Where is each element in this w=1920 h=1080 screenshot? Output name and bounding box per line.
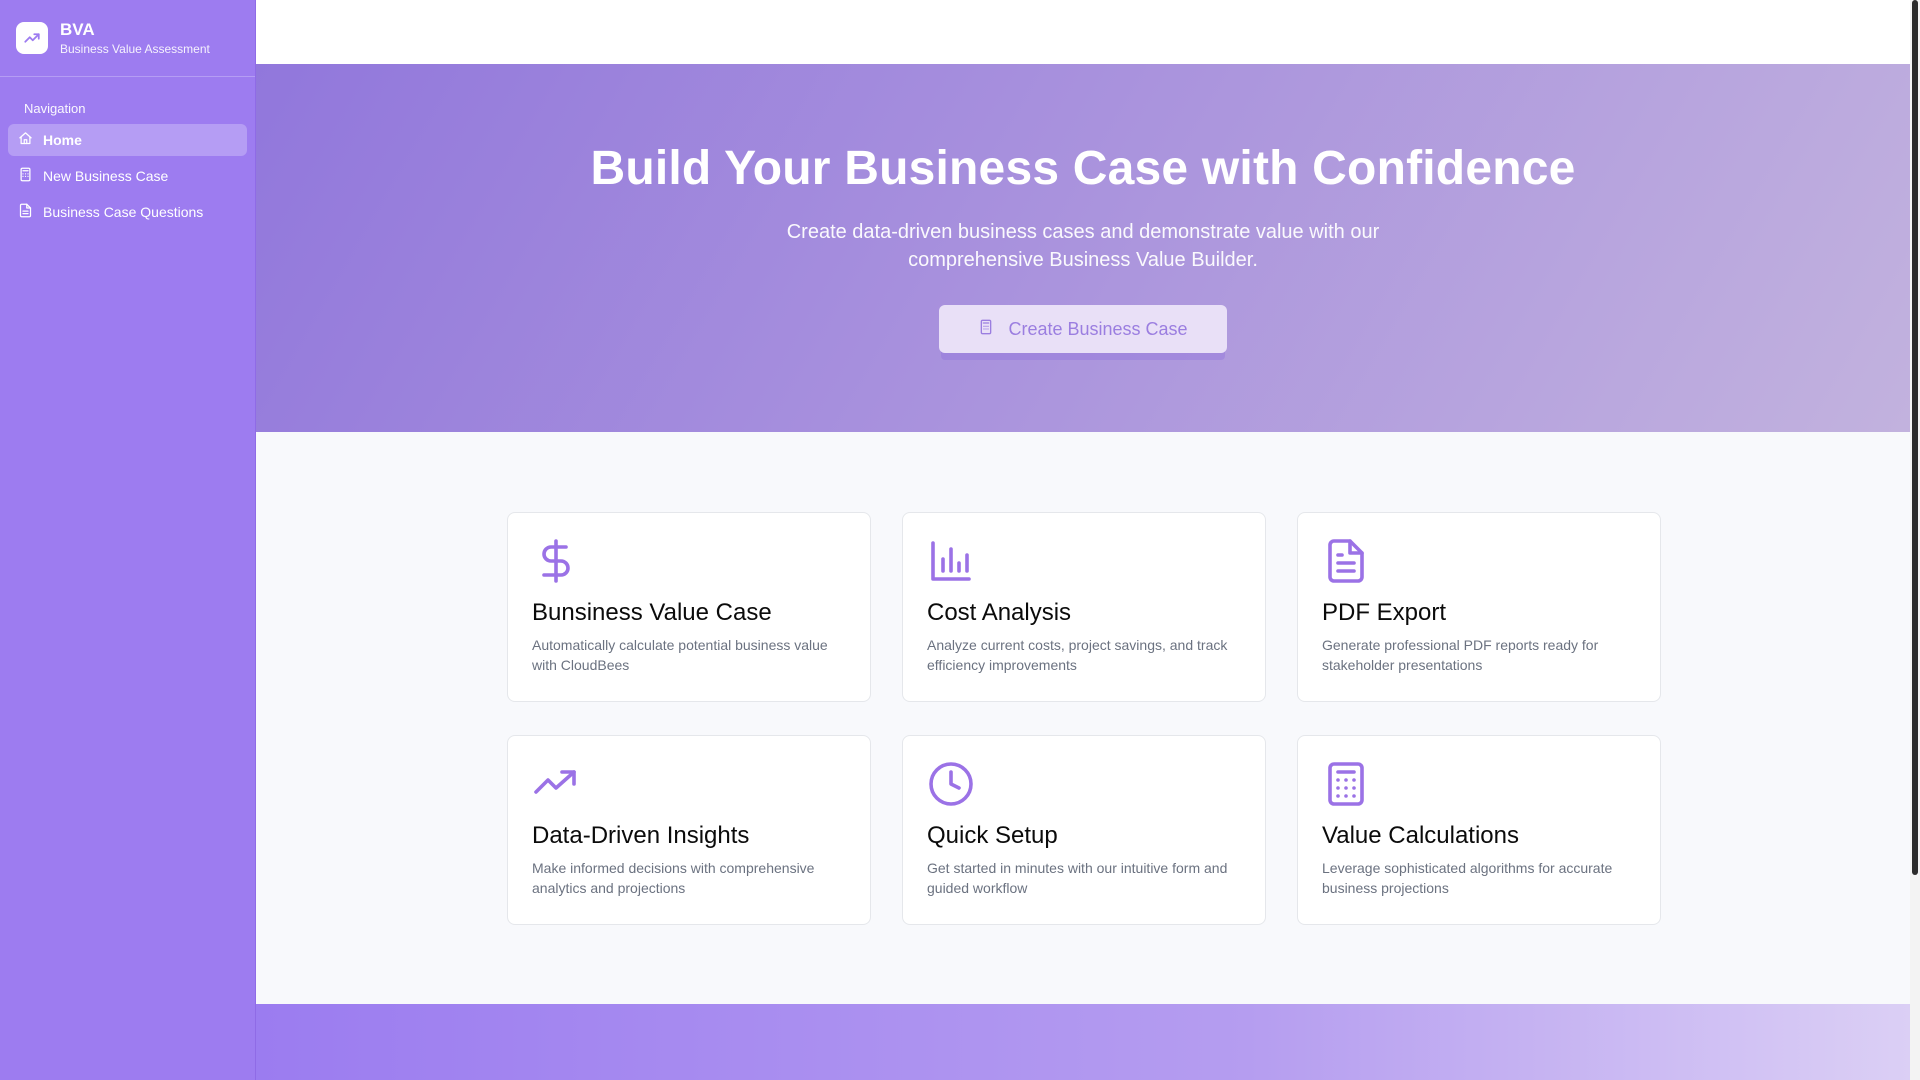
hero-section: Build Your Business Case with Confidence… xyxy=(256,64,1910,432)
sidebar-item-label: Home xyxy=(43,132,82,148)
feature-card-cost-analysis: Cost Analysis Analyze current costs, pro… xyxy=(902,512,1266,702)
feature-title: Cost Analysis xyxy=(927,599,1072,626)
trending-up-icon xyxy=(532,760,846,808)
feature-card-quick-setup: Quick Setup Get started in minutes with … xyxy=(902,735,1266,925)
main-content: Build Your Business Case with Confidence… xyxy=(256,0,1910,1080)
dollar-icon xyxy=(532,537,846,585)
feature-card-insights: Data-Driven Insights Make informed decis… xyxy=(507,735,871,925)
feature-title: Data-Driven Insights xyxy=(532,822,750,849)
feature-description: Generate professional PDF reports ready … xyxy=(1322,637,1599,673)
top-bar xyxy=(256,0,1910,64)
create-business-case-button[interactable]: Create Business Case xyxy=(939,305,1227,353)
document-icon xyxy=(18,203,43,221)
brand[interactable]: BVA Business Value Assessment xyxy=(0,0,255,77)
feature-title: PDF Export xyxy=(1322,599,1447,626)
sidebar-item-business-case-questions[interactable]: Business Case Questions xyxy=(8,196,247,228)
feature-description: Get started in minutes with our intuitiv… xyxy=(927,860,1228,896)
feature-card-business-value: Bunsiness Value Case Automatically calcu… xyxy=(507,512,871,702)
feature-description: Analyze current costs, project savings, … xyxy=(927,637,1228,673)
feature-title: Bunsiness Value Case xyxy=(532,599,772,626)
sidebar-item-home[interactable]: Home xyxy=(8,124,247,156)
feature-description: Make informed decisions with comprehensi… xyxy=(532,860,815,896)
features-section: Bunsiness Value Case Automatically calcu… xyxy=(256,432,1910,1004)
feature-title: Value Calculations xyxy=(1322,822,1520,849)
file-text-icon xyxy=(1322,537,1636,585)
sidebar-item-label: Business Case Questions xyxy=(43,204,204,220)
feature-description: Automatically calculate potential busine… xyxy=(532,637,828,673)
hero-title: Build Your Business Case with Confidence xyxy=(590,142,1576,195)
bar-chart-icon xyxy=(927,537,1241,585)
feature-card-value-calculations: Value Calculations Leverage sophisticate… xyxy=(1297,735,1661,925)
scrollbar-thumb[interactable] xyxy=(1912,0,1918,875)
cta-label: Create Business Case xyxy=(1008,318,1188,339)
sidebar-item-new-business-case[interactable]: New Business Case xyxy=(8,160,247,192)
clock-icon xyxy=(927,760,1241,808)
feature-card-pdf-export: PDF Export Generate professional PDF rep… xyxy=(1297,512,1661,702)
brand-title: BVA xyxy=(60,20,95,39)
sidebar: BVA Business Value Assessment Navigation… xyxy=(0,0,256,1080)
trending-up-icon xyxy=(16,22,48,54)
sidebar-item-label: New Business Case xyxy=(43,168,169,184)
scrollbar[interactable] xyxy=(1910,0,1920,1080)
feature-title: Quick Setup xyxy=(927,822,1058,849)
calculator-icon xyxy=(1322,760,1636,808)
home-icon xyxy=(18,131,43,149)
hero-subtitle: Create data-driven business cases and de… xyxy=(786,221,1380,271)
calculator-icon xyxy=(18,167,43,185)
brand-subtitle: Business Value Assessment xyxy=(60,42,210,56)
feature-description: Leverage sophisticated algorithms for ac… xyxy=(1322,860,1613,896)
nav-heading: Navigation xyxy=(24,101,86,116)
bottom-cta-band xyxy=(256,1004,1910,1080)
calculator-icon xyxy=(978,319,994,340)
